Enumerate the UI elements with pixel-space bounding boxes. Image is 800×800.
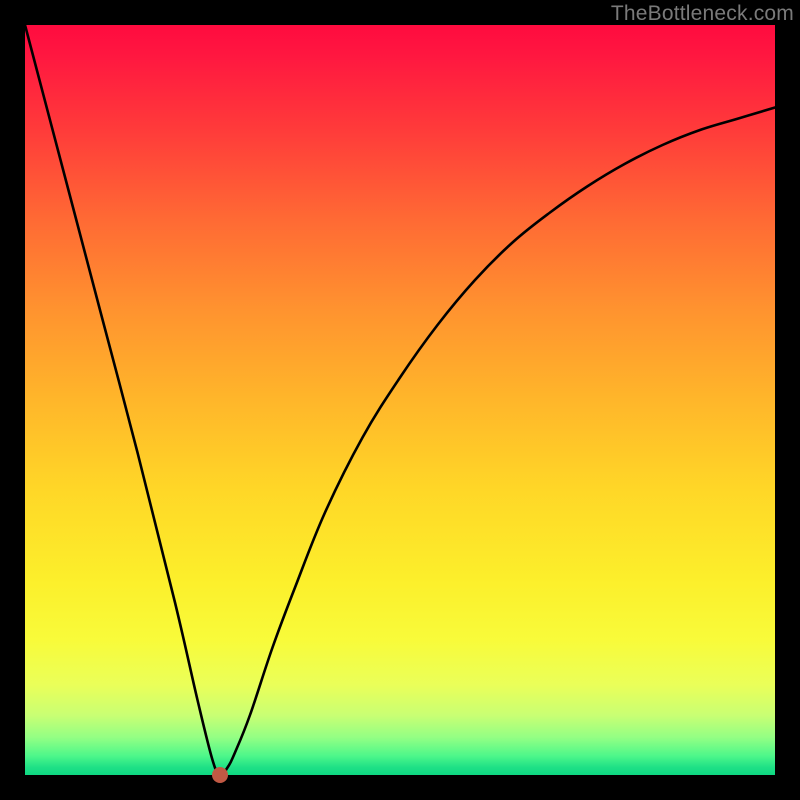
bottleneck-curve <box>25 25 775 775</box>
chart-frame: TheBottleneck.com <box>0 0 800 800</box>
watermark-text: TheBottleneck.com <box>611 2 794 26</box>
min-point-marker <box>212 767 228 783</box>
curve-path <box>25 25 775 775</box>
chart-plot-area <box>25 25 775 775</box>
